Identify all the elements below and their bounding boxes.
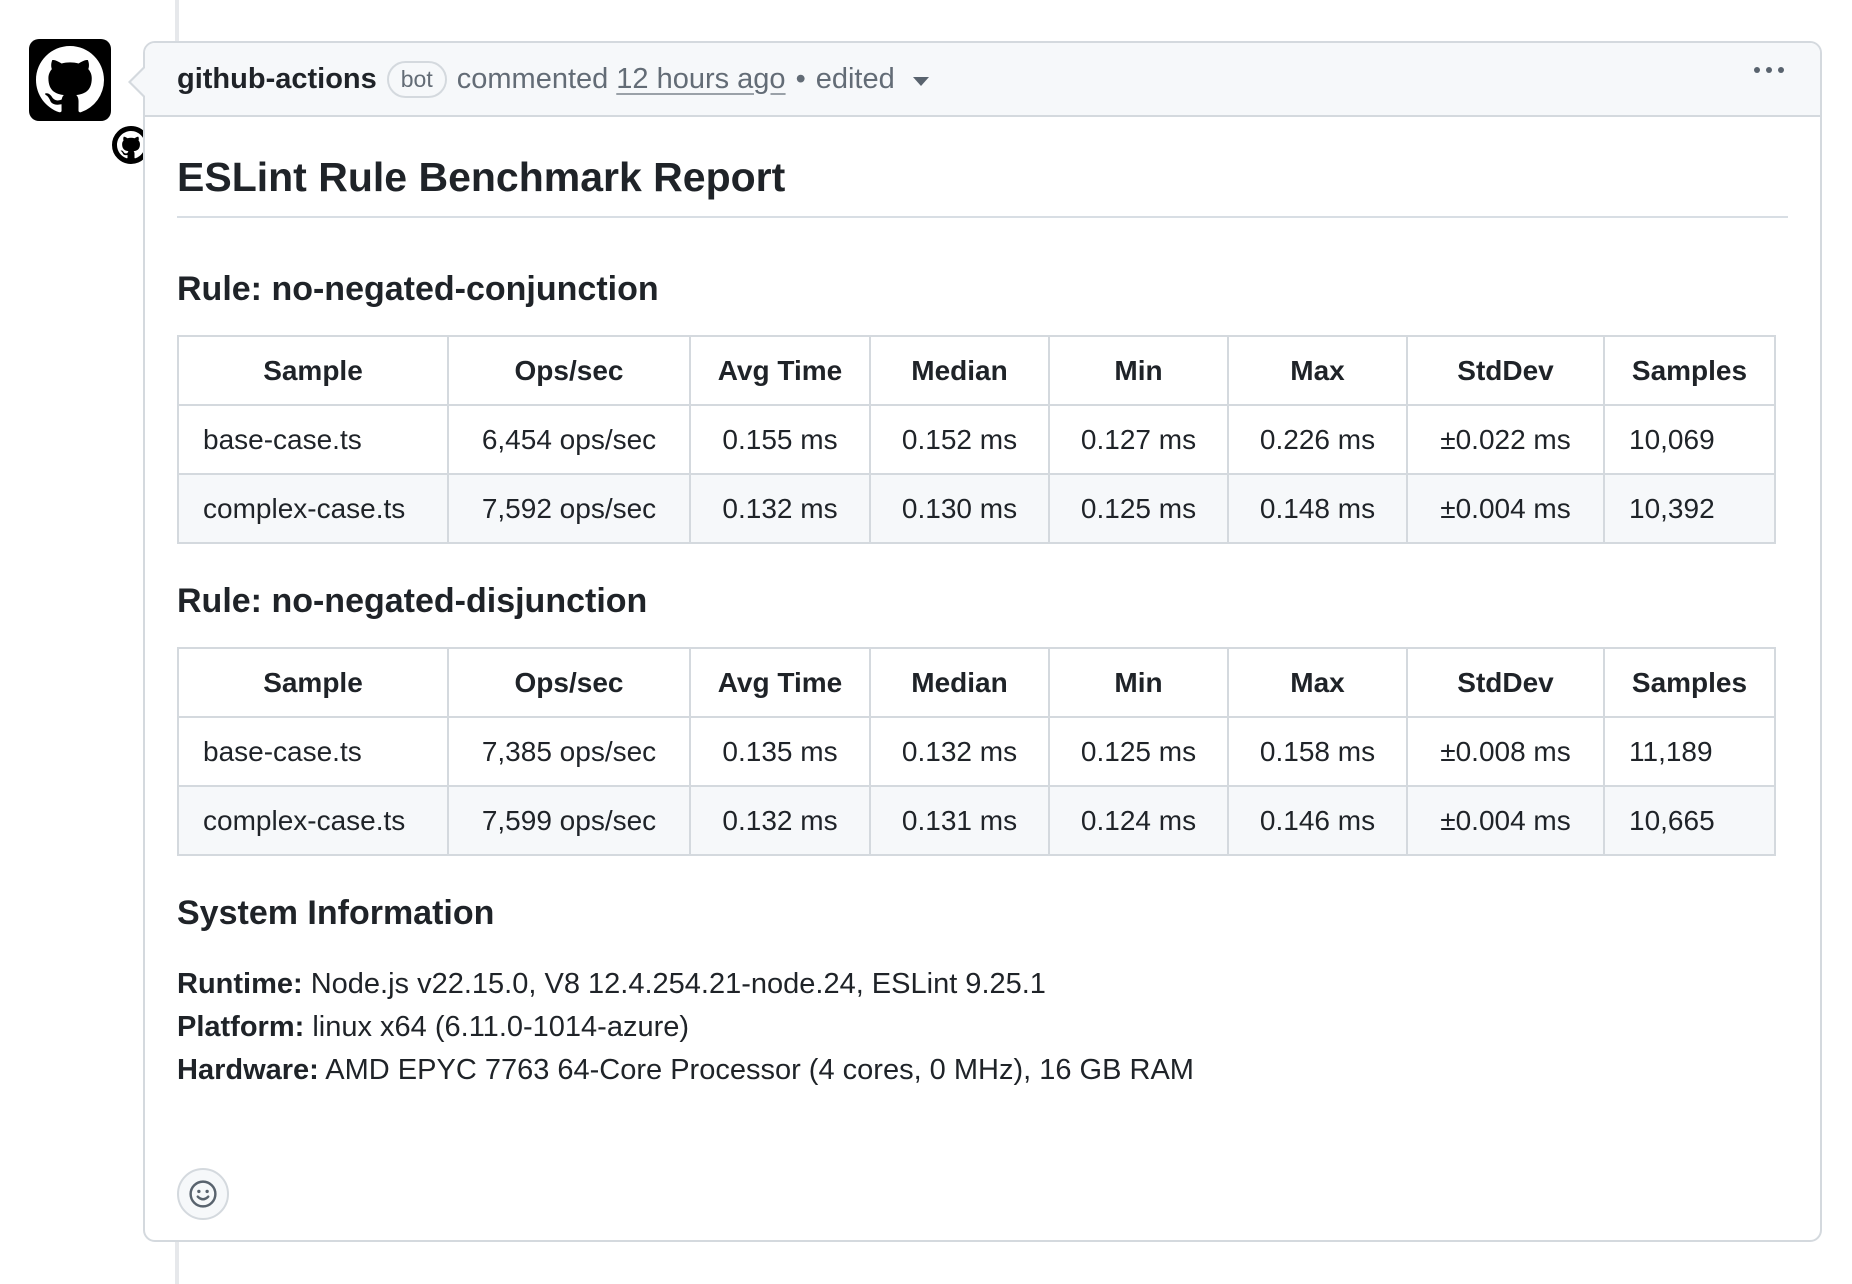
table-row: complex-case.ts 7,599 ops/sec 0.132 ms 0… bbox=[177, 785, 1776, 856]
table-cell: 0.146 ms bbox=[1227, 785, 1408, 856]
table-cell: complex-case.ts bbox=[177, 785, 449, 856]
table-cell: 0.130 ms bbox=[869, 473, 1050, 544]
timestamp-link[interactable]: 12 hours ago bbox=[616, 63, 785, 96]
column-header: Median bbox=[869, 335, 1050, 406]
table-cell: 0.226 ms bbox=[1227, 404, 1408, 475]
platform-line: Platform: linux x64 (6.11.0-1014-azure) bbox=[177, 1006, 1788, 1049]
table-header-row: Sample Ops/sec Avg Time Median Min Max S… bbox=[177, 647, 1776, 718]
table-cell: 0.132 ms bbox=[689, 473, 871, 544]
table-row: base-case.ts 7,385 ops/sec 0.135 ms 0.13… bbox=[177, 716, 1776, 787]
column-header: Ops/sec bbox=[447, 647, 691, 718]
comment-body: ESLint Rule Benchmark Report Rule: no-ne… bbox=[145, 154, 1820, 1092]
hardware-line: Hardware: AMD EPYC 7763 64-Core Processo… bbox=[177, 1049, 1788, 1092]
hardware-label: Hardware: bbox=[177, 1054, 319, 1086]
table-cell: 10,069 bbox=[1603, 404, 1776, 475]
table-cell: 7,599 ops/sec bbox=[447, 785, 691, 856]
column-header: Avg Time bbox=[689, 335, 871, 406]
comment-header: github-actions bot commented 12 hours ag… bbox=[145, 43, 1820, 117]
column-header: Sample bbox=[177, 647, 449, 718]
author-link[interactable]: github-actions bbox=[177, 63, 377, 96]
hardware-value: AMD EPYC 7763 64-Core Processor (4 cores… bbox=[318, 1054, 1194, 1086]
table-cell: 0.127 ms bbox=[1048, 404, 1229, 475]
table-cell: 6,454 ops/sec bbox=[447, 404, 691, 475]
table-cell: 0.158 ms bbox=[1227, 716, 1408, 787]
table-cell: 0.131 ms bbox=[869, 785, 1050, 856]
edited-dropdown[interactable]: edited bbox=[816, 63, 929, 96]
column-header: Min bbox=[1048, 335, 1229, 406]
table-cell: complex-case.ts bbox=[177, 473, 449, 544]
runtime-line: Runtime: Node.js v22.15.0, V8 12.4.254.2… bbox=[177, 963, 1788, 1006]
comment-pointer-fill bbox=[131, 68, 145, 96]
table-cell: 0.125 ms bbox=[1048, 716, 1229, 787]
table-cell: ±0.008 ms bbox=[1406, 716, 1605, 787]
table-header-row: Sample Ops/sec Avg Time Median Min Max S… bbox=[177, 335, 1776, 406]
table-cell: ±0.022 ms bbox=[1406, 404, 1605, 475]
bot-badge: bot bbox=[386, 60, 447, 98]
table-cell: 0.135 ms bbox=[689, 716, 871, 787]
column-header: Sample bbox=[177, 335, 449, 406]
report-title: ESLint Rule Benchmark Report bbox=[177, 154, 1788, 218]
column-header: Samples bbox=[1603, 335, 1776, 406]
table-cell: ±0.004 ms bbox=[1406, 785, 1605, 856]
table-cell: 0.132 ms bbox=[689, 785, 871, 856]
rule-heading-conjunction: Rule: no-negated-conjunction bbox=[177, 270, 659, 308]
platform-value: linux x64 (6.11.0-1014-azure) bbox=[304, 1011, 690, 1043]
benchmark-table-conjunction: Sample Ops/sec Avg Time Median Min Max S… bbox=[177, 335, 1776, 544]
table-cell: 11,189 bbox=[1603, 716, 1776, 787]
column-header: StdDev bbox=[1406, 335, 1605, 406]
avatar[interactable] bbox=[29, 39, 154, 168]
table-cell: ±0.004 ms bbox=[1406, 473, 1605, 544]
github-mark-icon bbox=[36, 46, 104, 113]
comment-action: commented bbox=[456, 62, 609, 95]
column-header: Min bbox=[1048, 647, 1229, 718]
table-cell: 0.132 ms bbox=[869, 716, 1050, 787]
table-cell: 10,665 bbox=[1603, 785, 1776, 856]
column-header: Samples bbox=[1603, 647, 1776, 718]
column-header: StdDev bbox=[1406, 647, 1605, 718]
edited-label: edited bbox=[815, 62, 895, 95]
table-cell: 0.152 ms bbox=[869, 404, 1050, 475]
rule-heading-disjunction: Rule: no-negated-disjunction bbox=[177, 582, 648, 620]
column-header: Ops/sec bbox=[447, 335, 691, 406]
table-cell: base-case.ts bbox=[177, 716, 449, 787]
column-header: Median bbox=[869, 647, 1050, 718]
column-header: Max bbox=[1227, 335, 1408, 406]
table-row: base-case.ts 6,454 ops/sec 0.155 ms 0.15… bbox=[177, 404, 1776, 475]
runtime-label: Runtime: bbox=[177, 968, 303, 1000]
table-cell: 0.125 ms bbox=[1048, 473, 1229, 544]
system-info-heading: System Information bbox=[177, 894, 495, 932]
separator: • bbox=[795, 62, 806, 95]
chevron-down-icon bbox=[912, 76, 929, 86]
runtime-value: Node.js v22.15.0, V8 12.4.254.21-node.24… bbox=[302, 968, 1046, 1000]
table-cell: 0.155 ms bbox=[689, 404, 871, 475]
table-cell: 7,592 ops/sec bbox=[447, 473, 691, 544]
system-info: Runtime: Node.js v22.15.0, V8 12.4.254.2… bbox=[177, 963, 1788, 1092]
table-cell: 0.124 ms bbox=[1048, 785, 1229, 856]
table-row: complex-case.ts 7,592 ops/sec 0.132 ms 0… bbox=[177, 473, 1776, 544]
table-cell: 0.148 ms bbox=[1227, 473, 1408, 544]
smiley-icon bbox=[189, 1180, 217, 1208]
table-cell: 7,385 ops/sec bbox=[447, 716, 691, 787]
column-header: Avg Time bbox=[689, 647, 871, 718]
kebab-icon[interactable] bbox=[1754, 67, 1784, 73]
page: github-actions bot commented 12 hours ag… bbox=[0, 0, 1852, 1284]
platform-label: Platform: bbox=[177, 1011, 305, 1043]
column-header: Max bbox=[1227, 647, 1408, 718]
benchmark-table-disjunction: Sample Ops/sec Avg Time Median Min Max S… bbox=[177, 647, 1776, 856]
table-cell: base-case.ts bbox=[177, 404, 449, 475]
add-reaction-button[interactable] bbox=[177, 1168, 229, 1220]
comment-box: github-actions bot commented 12 hours ag… bbox=[143, 41, 1822, 1242]
table-cell: 10,392 bbox=[1603, 473, 1776, 544]
